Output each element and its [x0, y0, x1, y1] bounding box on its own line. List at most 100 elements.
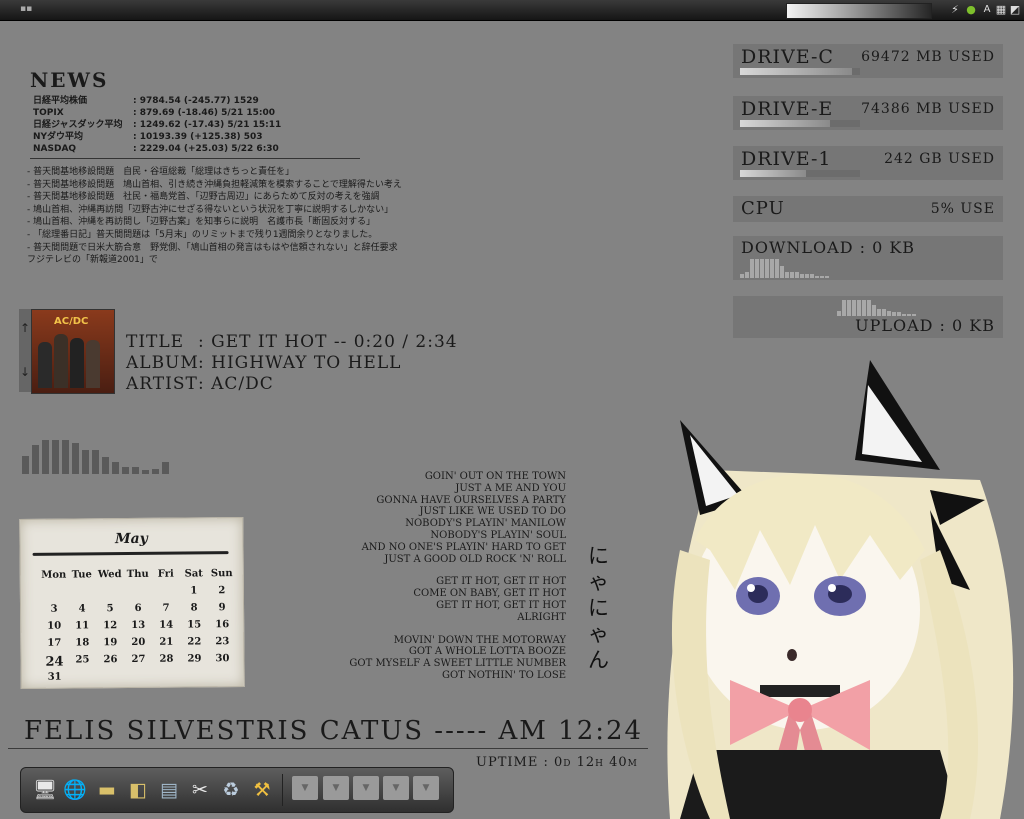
calendar-day	[97, 671, 125, 688]
headline[interactable]: - 鳩山首相、沖縄再訪問「辺野古沖にせざる得ないという状況を丁寧に説明するしかな…	[27, 204, 402, 217]
calendar-day: 20	[131, 636, 146, 649]
calendar-weekday: Wed	[97, 569, 122, 581]
upload-graph-bar	[857, 299, 861, 316]
spectrum-bar	[52, 439, 59, 474]
news-divider	[30, 158, 360, 159]
track-title-key: TITLE	[126, 332, 185, 352]
stock-table: 日経平均株価: 9784.54 (-245.77) 1529 TOPIX: 879…	[33, 95, 281, 155]
computer-icon[interactable]: 🖥	[31, 776, 59, 804]
file-manager-icon[interactable]: ▤	[155, 776, 183, 804]
download-graph-bar	[800, 274, 804, 278]
download-graph-bar	[780, 266, 784, 278]
headline[interactable]: フジテレビの「新報道2001」で	[27, 254, 402, 267]
calendar-weekday: Sat	[184, 568, 203, 580]
stock-value: : 10193.39 (+125.38) 503	[133, 132, 263, 142]
stock-row: NASDAQ: 2229.04 (+25.03) 5/22 6:30	[33, 143, 281, 155]
drive-c-bar	[740, 68, 852, 75]
tools-icon[interactable]: ✂	[186, 776, 214, 804]
keyboard-layout-icon[interactable]: A	[980, 3, 994, 17]
calendar-week: 3 4 5 6 7 8 9	[40, 602, 236, 621]
upload-label: UPLOAD : 0 KB	[855, 316, 995, 335]
dock-slot[interactable]: ▼	[383, 776, 409, 800]
stock-value: : 9784.54 (-245.77) 1529	[133, 96, 259, 106]
scroll-down-arrow[interactable]: ↓	[19, 365, 31, 379]
track-title-value: : GET IT HOT -- 0:20 / 2:34	[198, 332, 458, 352]
calendar-week: 24 25 26 27 28 29 30	[40, 653, 236, 672]
spectrum-bar	[82, 449, 89, 474]
dock-slot[interactable]: ▼	[323, 776, 349, 800]
drive-e-meter: DRIVE-E 74386 MB USED	[733, 96, 1003, 130]
calendar-day: 2	[218, 585, 226, 597]
download-graph-bar	[805, 274, 809, 278]
upload-graph	[837, 298, 997, 316]
calendar-day: 29	[187, 653, 202, 665]
calendar-day: 27	[131, 653, 146, 666]
dock-slot[interactable]: ▼	[292, 776, 318, 800]
drive-c-meter: DRIVE-C 69472 MB USED	[733, 44, 1003, 78]
calendar-day: 23	[215, 636, 230, 648]
calendar-weekday: Fri	[157, 568, 174, 580]
headline[interactable]: - 普天間基地移設問題 自民・谷垣総裁「総理はきちっと責任を」	[27, 166, 402, 179]
drive-e-bar	[740, 120, 830, 127]
nyan-text: にゃにゃん	[588, 544, 609, 672]
lyric-line: GET IT HOT, GET IT HOT	[436, 599, 566, 611]
volume-icon[interactable]: ▦	[994, 3, 1008, 17]
calendar-divider	[32, 551, 229, 556]
lyric-line: GOT A WHOLE LOTTA BOOZE	[408, 646, 566, 658]
network-icon[interactable]: ◩	[1008, 3, 1022, 17]
lyric-line: NOBODY'S PLAYIN' MANILOW	[405, 518, 566, 530]
open-folder-icon[interactable]: ◧	[124, 776, 152, 804]
upload-graph-bar	[842, 299, 846, 316]
track-album-value: : HIGHWAY TO HELL	[198, 353, 402, 373]
lyric-line: GOIN' OUT ON THE TOWN	[424, 471, 566, 482]
download-graph-bar	[810, 274, 814, 278]
drive-e-value: 74386 MB USED	[861, 101, 995, 117]
download-graph-bar	[790, 272, 794, 278]
album-cover[interactable]: AC/DC	[31, 309, 115, 394]
track-album-key: ALBUM	[126, 353, 199, 373]
dock-slot[interactable]: ▼	[413, 776, 439, 800]
track-scroll[interactable]: ↑ ↓	[19, 309, 31, 392]
calendar-weekday-row: Mon Tue Wed Thu Fri Sat Sun	[40, 568, 236, 587]
hammer-icon[interactable]: ⚒	[248, 776, 276, 804]
dock-separator	[282, 774, 283, 806]
scroll-up-arrow[interactable]: ↑	[19, 321, 31, 335]
stock-row: 日経ジャスダック平均: 1249.62 (-17.43) 5/21 15:11	[33, 119, 281, 131]
calendar-day: 11	[75, 620, 90, 632]
trash-icon[interactable]: ♻	[217, 776, 245, 804]
calendar-day: 16	[215, 619, 230, 631]
calendar-weekday: Tue	[71, 569, 92, 581]
download-graph-bar	[750, 259, 754, 278]
calendar-day: 25	[75, 654, 90, 666]
download-graph	[740, 258, 940, 278]
calendar-day: 5	[106, 603, 114, 615]
headline[interactable]: - 普天間基地移設問題 鳩山首相、引き続き沖縄負担軽減策を模索することで理解得た…	[27, 179, 402, 192]
leaf-icon[interactable]: ●	[964, 3, 978, 17]
stock-row: TOPIX: 879.69 (-18.46) 5/21 15:00	[33, 107, 281, 119]
download-graph-bar	[795, 272, 799, 278]
browser-icon[interactable]: 🌐	[61, 776, 89, 804]
lyric-line: JUST LIKE WE USED TO DO	[419, 506, 566, 518]
spectrum-bar	[62, 439, 69, 474]
folder-icon[interactable]: ▬	[93, 776, 121, 804]
headline[interactable]: - 普天間基地移設問題 社民・福島党首、「辺野古周辺」にあらためて反対の考えを強…	[27, 191, 402, 204]
upload-graph-bar	[872, 305, 876, 316]
menu-icon[interactable]: ▪▪	[20, 4, 32, 14]
top-level-meter	[786, 3, 932, 19]
clock-divider	[8, 748, 648, 749]
headline[interactable]: - 「総理番日記」普天間問題は「5月末」のリミットまで残り1週間余りとなりました…	[27, 229, 402, 242]
stock-name: NYダウ平均	[33, 132, 84, 142]
calendar-day: 12	[103, 620, 118, 632]
headline[interactable]: - 鳩山首相、沖縄を再訪問し「辺野古案」を知事らに説明 名護市長「断固反対する」	[27, 216, 402, 229]
dock-slot[interactable]: ▼	[353, 776, 379, 800]
headline[interactable]: - 普天間問題で日米大筋合意 野党側、「鳩山首相の発言はもはや信頼されない」と辞…	[27, 242, 402, 255]
flash-icon[interactable]: ⚡	[948, 3, 962, 17]
drive-1-bar	[740, 170, 806, 177]
download-graph-bar	[770, 259, 774, 278]
stock-name: 日経ジャスダック平均	[33, 120, 123, 130]
calendar-day: 28	[159, 653, 174, 665]
lyric-gap	[300, 624, 566, 635]
stock-row: NYダウ平均 : 10193.39 (+125.38) 503	[33, 131, 281, 143]
spectrum-bar	[162, 461, 169, 474]
calendar-day	[181, 670, 209, 687]
